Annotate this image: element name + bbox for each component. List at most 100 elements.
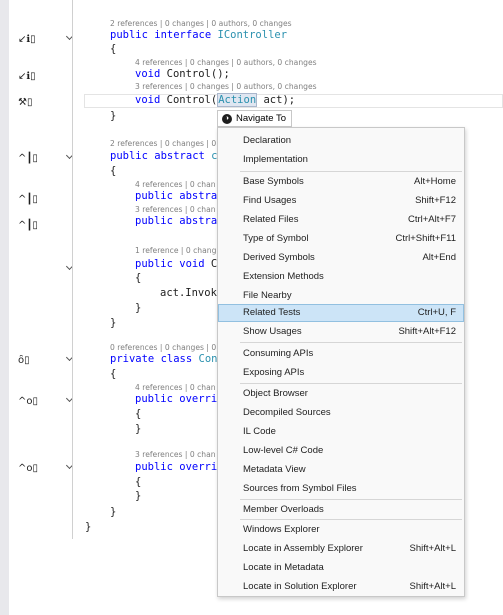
- brace: }: [135, 423, 142, 435]
- method-name: Control: [166, 94, 211, 106]
- brace: {: [135, 476, 142, 488]
- menu-item-label: Exposing APIs: [243, 367, 305, 378]
- menu-item-member-overloads[interactable]: Member Overloads: [218, 501, 464, 519]
- menu-item-label: Implementation: [243, 154, 308, 165]
- menu-item-extension-methods[interactable]: Extension Methods: [218, 268, 464, 286]
- menu-item-locate-in-metadata[interactable]: Locate in Metadata: [218, 559, 464, 577]
- menu-item-related-tests[interactable]: Related Tests Ctrl+U, F: [218, 304, 464, 322]
- keyword: public: [135, 258, 173, 270]
- override-icon[interactable]: ȏ▯: [18, 355, 30, 366]
- keyword: private: [110, 353, 155, 365]
- menu-item-exposing-apis[interactable]: Exposing APIs: [218, 364, 464, 382]
- menu-item-il-code[interactable]: IL Code: [218, 423, 464, 441]
- codelens[interactable]: 4 references | 0 changes | 0 authors, 0 …: [135, 58, 317, 67]
- keyword: interface: [154, 29, 212, 41]
- menu-separator: [240, 383, 462, 384]
- menu-item-declaration[interactable]: Declaration: [218, 132, 464, 150]
- menu-item-locate-in-assembly-explorer[interactable]: Locate in Assembly Explorer Shift+Alt+L: [218, 540, 464, 558]
- menu-item-locate-in-solution-explorer[interactable]: Locate in Solution Explorer Shift+Alt+L: [218, 578, 464, 596]
- menu-item-type-of-symbol[interactable]: Type of Symbol Ctrl+Shift+F11: [218, 230, 464, 248]
- menu-item-object-browser[interactable]: Object Browser: [218, 385, 464, 403]
- menu-item-shortcut: Ctrl+Shift+F11: [395, 233, 456, 244]
- menu-item-related-files[interactable]: Related Files Ctrl+Alt+F7: [218, 211, 464, 229]
- override-icon[interactable]: ^o▯: [18, 396, 38, 407]
- code-line: void Control(Action act);: [135, 93, 296, 107]
- code-line: public abstra: [135, 215, 217, 227]
- override-icon[interactable]: ^o▯: [18, 463, 38, 474]
- codelens[interactable]: 4 references | 0 chan: [135, 180, 216, 189]
- menu-item-sources-from-symbol-files[interactable]: Sources from Symbol Files: [218, 480, 464, 498]
- menu-item-label: Find Usages: [243, 195, 297, 206]
- brace: }: [85, 521, 92, 533]
- menu-item-file-nearby[interactable]: File Nearby: [218, 287, 464, 305]
- menu-item-label: Locate in Solution Explorer: [243, 581, 357, 592]
- menu-item-label: Base Symbols: [243, 176, 304, 187]
- punctuation: ();: [210, 68, 230, 80]
- keyword: overri: [179, 461, 218, 473]
- navigate-to-label: Navigate To: [236, 113, 286, 124]
- parameter: act: [263, 94, 283, 106]
- menu-item-shortcut: Shift+Alt+F12: [398, 326, 456, 337]
- gutter: ↙ℹ▯ ↙ℹ▯ ⚒▯ ^┃▯ ^┃▯ ^┃▯ ȏ▯ ^o▯ ^o▯: [10, 0, 72, 615]
- menu-item-label: Locate in Assembly Explorer: [243, 543, 363, 554]
- codelens[interactable]: 0 references | 0 changes | 0: [110, 343, 216, 352]
- codelens[interactable]: 2 references | 0 changes | 0: [110, 139, 216, 148]
- brace: }: [135, 490, 142, 502]
- menu-item-label: Windows Explorer: [243, 524, 320, 535]
- keyword: public: [110, 150, 148, 162]
- code-line: public void C: [135, 258, 217, 270]
- type-name: Con: [198, 353, 218, 365]
- inheritors-icon[interactable]: ^┃▯: [18, 153, 38, 164]
- menu-item-label: Declaration: [243, 135, 292, 146]
- menu-item-shortcut: Alt+Home: [414, 176, 456, 187]
- brace: }: [110, 506, 117, 518]
- navigate-to-header: ◑ Navigate To: [217, 110, 292, 127]
- menu-item-base-symbols[interactable]: Base Symbols Alt+Home: [218, 173, 464, 191]
- type-name-highlighted[interactable]: Action: [217, 93, 258, 107]
- menu-item-derived-symbols[interactable]: Derived Symbols Alt+End: [218, 249, 464, 267]
- menu-item-consuming-apis[interactable]: Consuming APIs: [218, 345, 464, 363]
- menu-item-windows-explorer[interactable]: Windows Explorer: [218, 521, 464, 539]
- implemented-member-icon[interactable]: ↙ℹ▯: [18, 71, 36, 82]
- resharper-navigate-icon: ◑: [222, 113, 232, 124]
- menu-item-label: Type of Symbol: [243, 233, 309, 244]
- menu-item-label: Related Tests: [243, 307, 301, 318]
- menu-item-label: Low-level C# Code: [243, 445, 324, 456]
- hammer-icon[interactable]: ⚒▯: [18, 97, 32, 108]
- menu-separator: [240, 342, 462, 343]
- menu-item-low-level-csharp[interactable]: Low-level C# Code: [218, 442, 464, 460]
- inheritors-icon[interactable]: ^┃▯: [18, 194, 38, 205]
- navigate-to-menu: Declaration Implementation Base Symbols A…: [217, 127, 465, 597]
- punctuation: );: [282, 94, 296, 106]
- inheritors-icon[interactable]: ^┃▯: [18, 220, 38, 231]
- menu-item-label: Sources from Symbol Files: [243, 483, 357, 494]
- codelens[interactable]: 3 references | 0 changes | 0 authors, 0 …: [135, 82, 317, 91]
- implemented-interface-icon[interactable]: ↙ℹ▯: [18, 34, 36, 45]
- codelens[interactable]: 2 references | 0 changes | 0 authors, 0 …: [110, 19, 292, 28]
- menu-item-label: Related Files: [243, 214, 299, 225]
- codelens[interactable]: 1 reference | 0 chang: [135, 246, 216, 255]
- codelens[interactable]: 3 references | 0 chan: [135, 205, 216, 214]
- menu-item-metadata-view[interactable]: Metadata View: [218, 461, 464, 479]
- menu-item-label: Decompiled Sources: [243, 407, 331, 418]
- method-name: Control: [166, 68, 211, 80]
- menu-item-label: Consuming APIs: [243, 348, 314, 359]
- menu-item-label: Extension Methods: [243, 271, 324, 282]
- invocation: act.Invok: [160, 287, 217, 299]
- keyword: public: [135, 461, 173, 473]
- menu-item-decompiled-sources[interactable]: Decompiled Sources: [218, 404, 464, 422]
- codelens[interactable]: 4 references | 0 chan: [135, 383, 216, 392]
- menu-item-show-usages[interactable]: Show Usages Shift+Alt+F12: [218, 323, 464, 341]
- keyword: abstra: [179, 190, 218, 202]
- code-line: public interface IController: [110, 29, 287, 41]
- brace: }: [110, 317, 117, 329]
- editor-left-margin: [0, 0, 9, 615]
- keyword: abstra: [179, 215, 218, 227]
- code-line: act.Invok: [160, 287, 217, 299]
- menu-item-find-usages[interactable]: Find Usages Shift+F12: [218, 192, 464, 210]
- keyword: void: [135, 94, 161, 106]
- menu-item-shortcut: Ctrl+Alt+F7: [407, 214, 456, 225]
- menu-item-label: Metadata View: [243, 464, 306, 475]
- menu-item-implementation[interactable]: Implementation: [218, 151, 464, 169]
- codelens[interactable]: 3 references | 0 chan: [135, 450, 216, 459]
